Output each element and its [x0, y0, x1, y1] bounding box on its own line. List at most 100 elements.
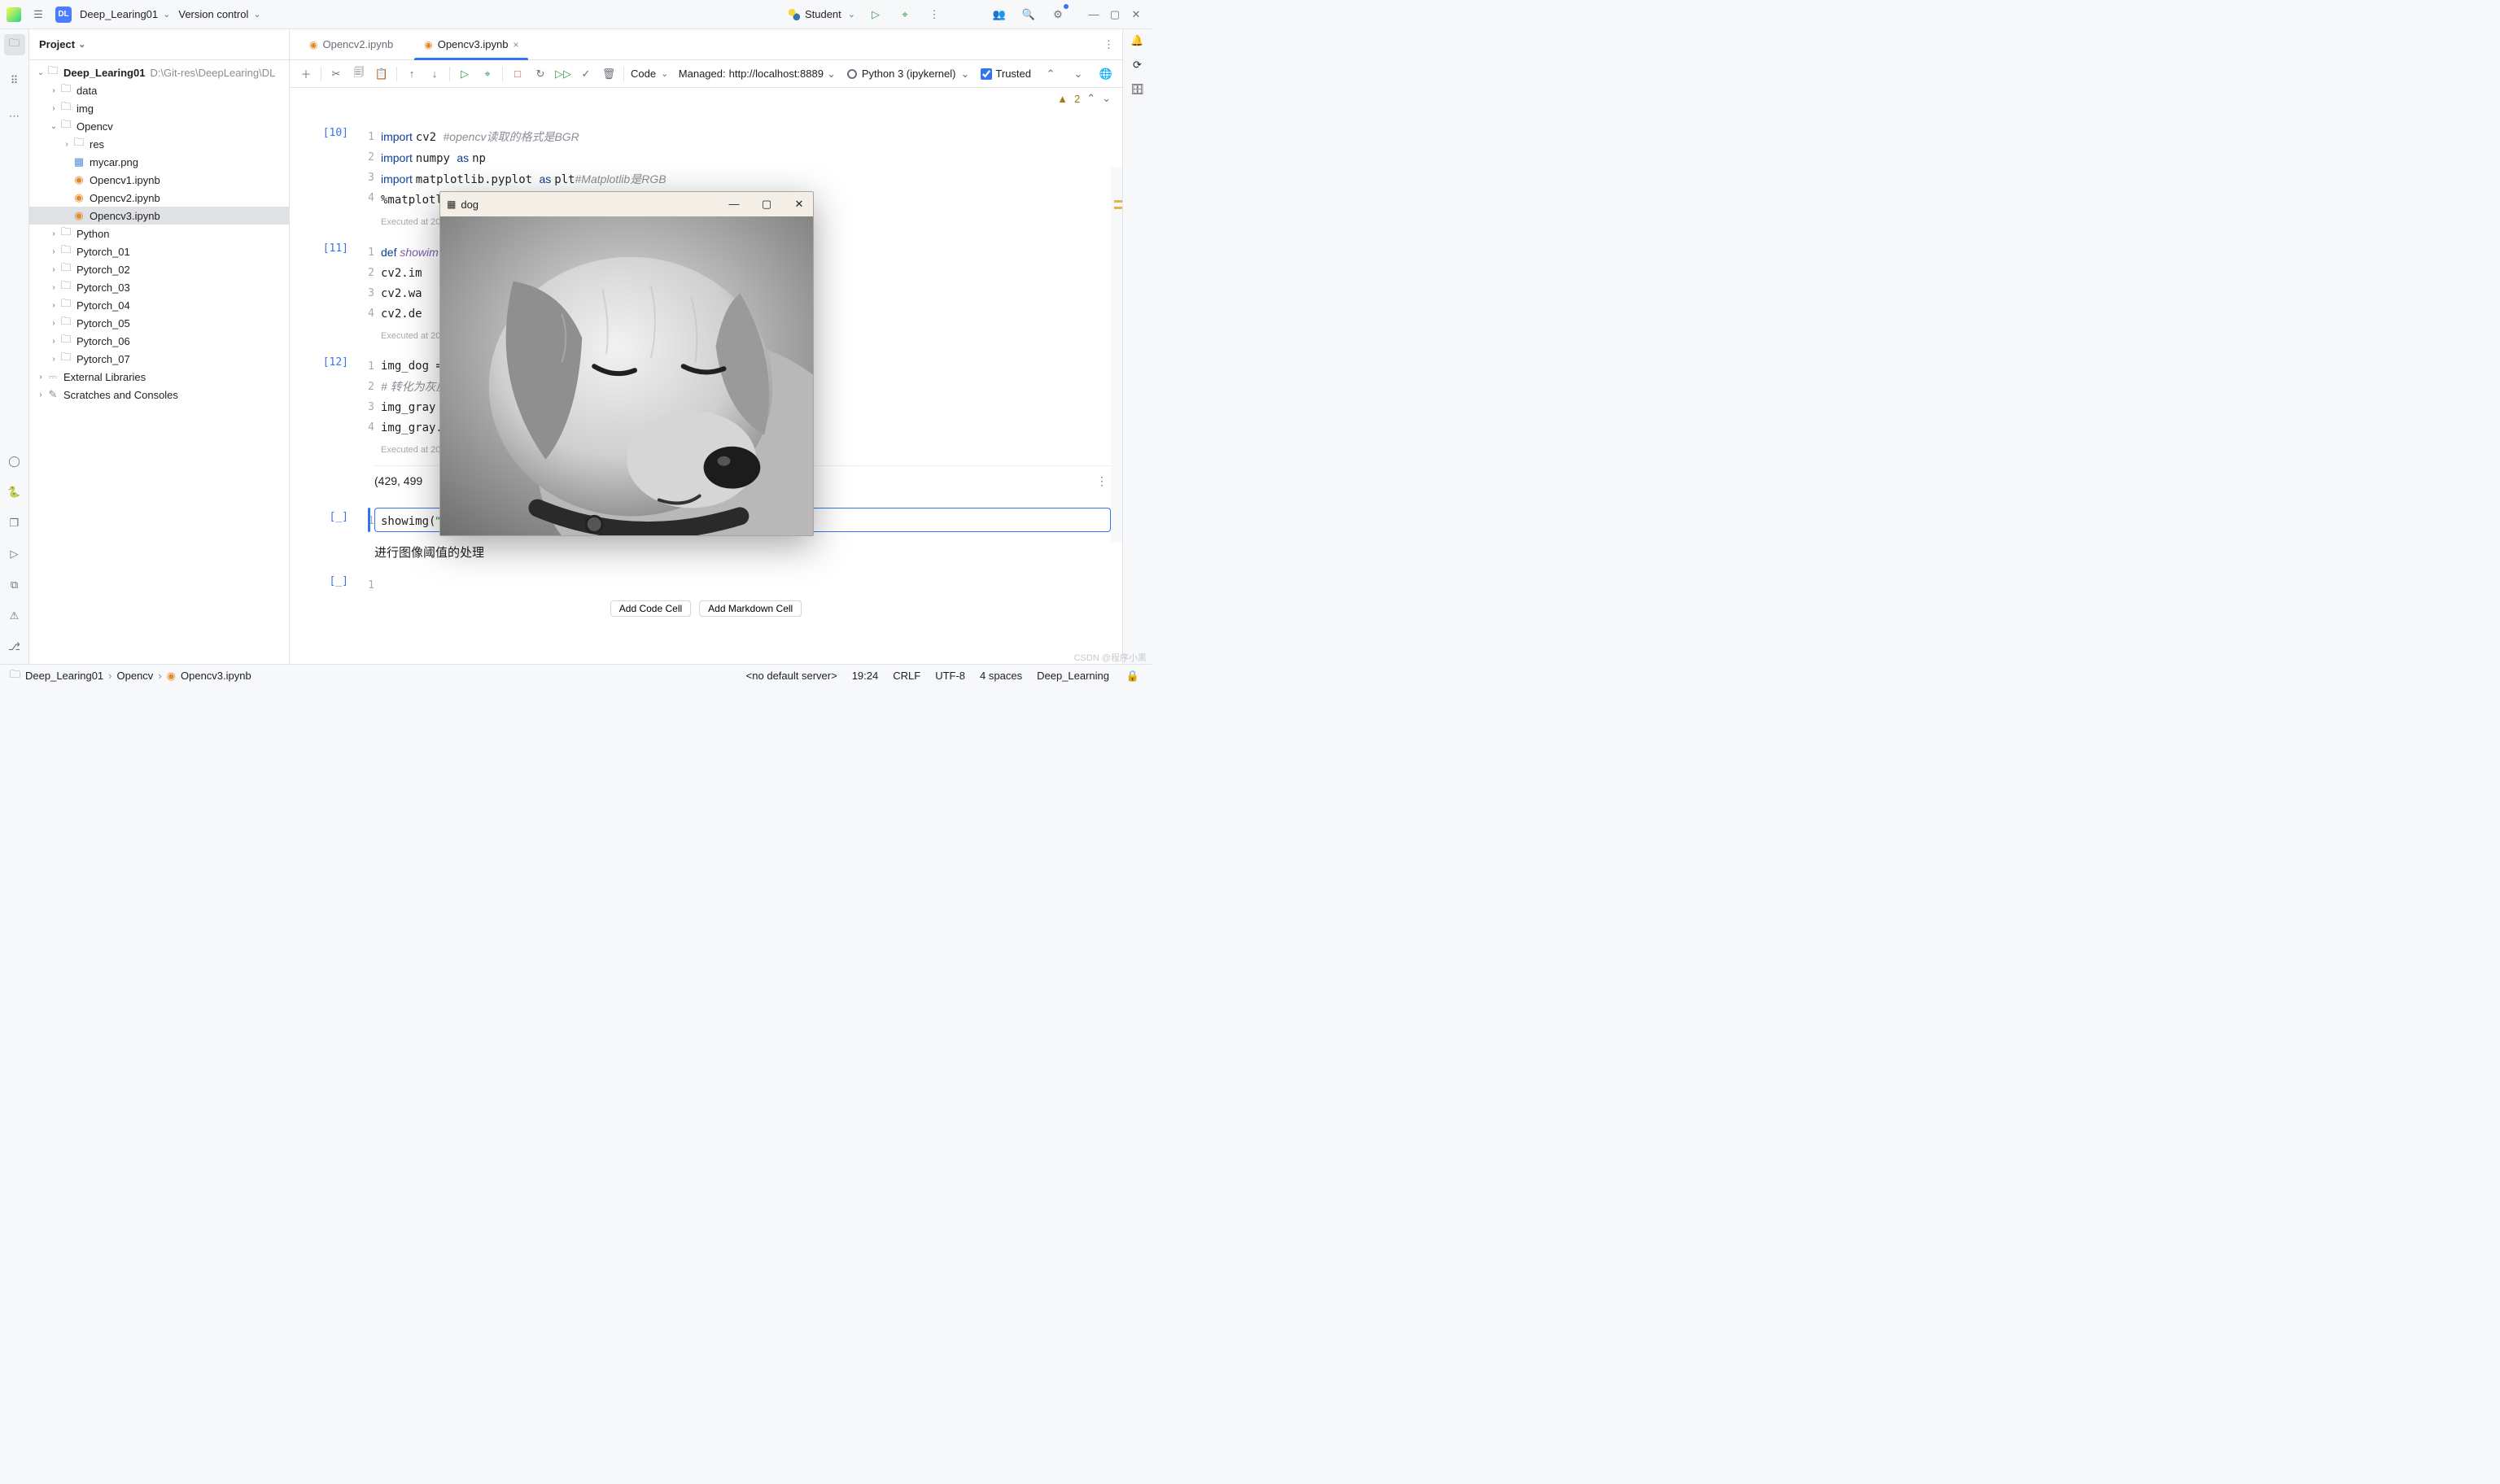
tree-folder[interactable]: ›🗀data [29, 81, 289, 99]
inspection-bar[interactable]: ▲ 2 ⌃ ⌄ [290, 88, 1122, 109]
add-markdown-cell-button[interactable]: Add Markdown Cell [699, 600, 802, 617]
maximize-icon[interactable]: ▢ [1106, 6, 1124, 24]
editor-tab[interactable]: ◉Opencv2.ipynb [296, 29, 406, 59]
nav-down-icon[interactable]: ⌄ [1070, 66, 1086, 82]
cv-window-titlebar[interactable]: ▦ dog — ▢ ✕ [440, 192, 813, 216]
status-server[interactable]: <no default server> [746, 670, 837, 682]
cv-maximize-icon[interactable]: ▢ [759, 198, 774, 211]
python-console-icon[interactable]: 🐍 [4, 482, 25, 503]
tree-folder[interactable]: ›🗀Pytorch_07 [29, 350, 289, 368]
tree-notebook[interactable]: ◉Opencv2.ipynb [29, 189, 289, 207]
tree-folder[interactable]: ›🗀Python [29, 225, 289, 242]
output-menu-icon[interactable]: ⋮ [1096, 474, 1111, 488]
project-badge[interactable]: DL [55, 7, 72, 23]
status-interpreter[interactable]: Deep_Learning [1037, 670, 1109, 682]
status-indent[interactable]: 4 spaces [980, 670, 1022, 682]
tree-notebook[interactable]: ◉Opencv3.ipynb [29, 207, 289, 225]
debug-icon[interactable]: ⌖ [896, 6, 914, 24]
editor-tab[interactable]: ◉Opencv3.ipynb× [411, 29, 531, 59]
jupyter-tool-icon[interactable]: ◯ [4, 451, 25, 472]
tree-folder[interactable]: ⌄🗀Opencv [29, 117, 289, 135]
add-cell-icon[interactable]: ＋ [298, 66, 314, 82]
minimap[interactable] [1111, 168, 1122, 542]
status-caret[interactable]: 19:24 [852, 670, 879, 682]
nav-up-icon[interactable]: ⌃ [1042, 66, 1059, 82]
project-tool-icon[interactable]: 🗀 [4, 34, 25, 55]
cv-window[interactable]: ▦ dog — ▢ ✕ [439, 191, 814, 536]
tabs-more-icon[interactable]: ⋮ [1095, 29, 1122, 59]
search-icon[interactable]: 🔍 [1020, 6, 1038, 24]
inspect-down-icon[interactable]: ⌄ [1102, 92, 1111, 105]
project-header[interactable]: Project ⌄ [29, 29, 289, 60]
database-icon[interactable]: 🗄 [1130, 83, 1144, 96]
trusted-checkbox[interactable]: Trusted [981, 68, 1031, 80]
add-code-cell-button[interactable]: Add Code Cell [610, 600, 691, 617]
tree-folder[interactable]: ›🗀Pytorch_05 [29, 314, 289, 332]
code-with-me-icon[interactable]: 👥 [990, 6, 1008, 24]
minimize-icon[interactable]: — [1085, 6, 1103, 24]
status-encoding[interactable]: UTF-8 [935, 670, 965, 682]
services-tool-icon[interactable]: ❒ [4, 513, 25, 534]
settings-icon[interactable]: ⚙ [1049, 6, 1067, 24]
close-tab-icon[interactable]: × [513, 39, 518, 50]
problems-tool-icon[interactable]: ⚠ [4, 605, 25, 626]
code-cell[interactable]: [_]1 [301, 572, 1111, 596]
tree-folder[interactable]: ›🗀img [29, 99, 289, 117]
stop-icon[interactable]: □ [509, 66, 526, 82]
cell-type-selector[interactable]: Code [631, 68, 668, 80]
tree-folder[interactable]: ›🗀res [29, 135, 289, 153]
crumb-folder[interactable]: Opencv [117, 670, 154, 682]
close-window-icon[interactable]: ✕ [1127, 6, 1145, 24]
tree-scratches[interactable]: ›✎Scratches and Consoles [29, 386, 289, 404]
vcs-menu[interactable]: Version control [178, 8, 260, 20]
copy-icon[interactable]: 🗐 [351, 66, 367, 82]
status-eol[interactable]: CRLF [893, 670, 920, 682]
crumb-file[interactable]: Opencv3.ipynb [181, 670, 251, 682]
tree-root[interactable]: ⌄🗀Deep_Learing01D:\Git-res\DeepLearing\D… [29, 63, 289, 81]
more-tools-icon[interactable]: ⋯ [4, 106, 25, 127]
tree-external-libraries[interactable]: ›⎓External Libraries [29, 368, 289, 386]
delete-icon[interactable]: 🗑 [601, 66, 617, 82]
license-badge[interactable]: Student [789, 8, 855, 20]
cv-close-icon[interactable]: ✕ [792, 198, 806, 211]
terminal-tool-icon[interactable]: ⧉ [4, 574, 25, 596]
status-lock-icon[interactable]: 🔒 [1124, 667, 1142, 685]
markdown-cell[interactable]: 进行图像阈值的处理 [374, 543, 1111, 561]
clear-outputs-icon[interactable]: ✓ [578, 66, 594, 82]
kernel-selector[interactable]: Python 3 (ipykernel) ⌄ [847, 68, 970, 81]
crumb-project[interactable]: Deep_Learing01 [25, 670, 103, 682]
main-menu-icon[interactable]: ☰ [29, 6, 47, 24]
run-all-icon[interactable]: ▷▷ [555, 66, 571, 82]
paste-icon[interactable]: 📋 [374, 66, 390, 82]
notifications-icon[interactable]: 🔔 [1130, 34, 1143, 47]
move-down-icon[interactable]: ↓ [426, 66, 443, 82]
globe-icon[interactable]: 🌐 [1098, 66, 1114, 82]
more-actions-icon[interactable]: ⋮ [925, 6, 943, 24]
run-icon[interactable]: ▷ [867, 6, 885, 24]
restart-icon[interactable]: ↻ [532, 66, 549, 82]
tree-folder[interactable]: ›🗀Pytorch_03 [29, 278, 289, 296]
managed-server[interactable]: Managed: http://localhost:8889 ⌄ [679, 68, 836, 81]
tree-folder[interactable]: ›🗀Pytorch_02 [29, 260, 289, 278]
structure-tool-icon[interactable]: ⠿ [4, 70, 25, 91]
ai-assistant-icon[interactable]: ⟳ [1133, 59, 1142, 72]
debug-cell-icon[interactable]: ⌖ [479, 66, 496, 82]
managed-label: Managed: [679, 68, 726, 80]
project-selector[interactable]: Deep_Learing01 [80, 8, 170, 20]
code-editor[interactable] [374, 572, 1111, 596]
cut-icon[interactable]: ✂ [328, 66, 344, 82]
tree-folder[interactable]: ›🗀Pytorch_01 [29, 242, 289, 260]
tree-file[interactable]: ▦mycar.png [29, 153, 289, 171]
project-tree[interactable]: ⌄🗀Deep_Learing01D:\Git-res\DeepLearing\D… [29, 60, 289, 664]
breadcrumb[interactable]: 🗀 Deep_Learing01 › Opencv › ◉ Opencv3.ip… [10, 667, 251, 685]
inspect-up-icon[interactable]: ⌃ [1086, 92, 1095, 105]
cv-minimize-icon[interactable]: — [727, 198, 741, 211]
git-tool-icon[interactable]: ⎇ [4, 636, 25, 657]
tree-folder[interactable]: ›🗀Pytorch_04 [29, 296, 289, 314]
run-cell-icon[interactable]: ▷ [457, 66, 473, 82]
run-tool-icon[interactable]: ▷ [4, 543, 25, 565]
managed-url: http://localhost:8889 [729, 68, 824, 80]
move-up-icon[interactable]: ↑ [404, 66, 420, 82]
tree-notebook[interactable]: ◉Opencv1.ipynb [29, 171, 289, 189]
tree-folder[interactable]: ›🗀Pytorch_06 [29, 332, 289, 350]
